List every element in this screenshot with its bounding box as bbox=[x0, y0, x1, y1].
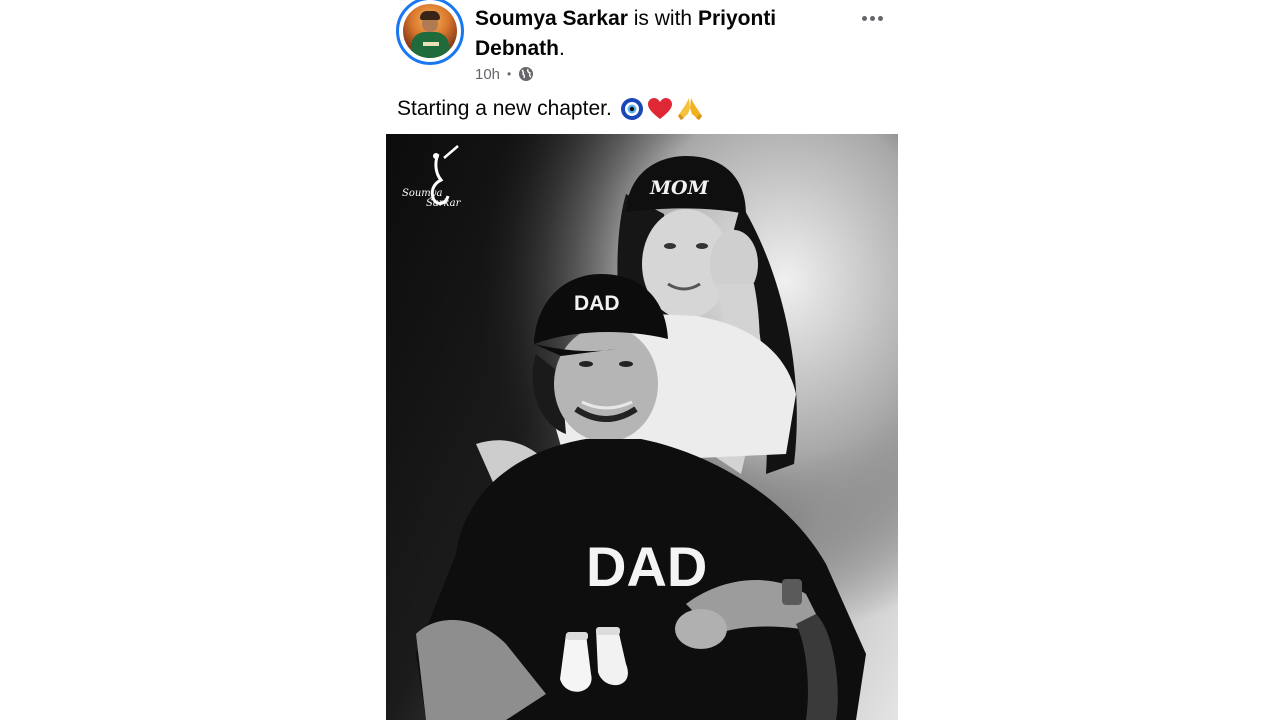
folded-hands-emoji bbox=[677, 98, 702, 120]
meta-separator: • bbox=[507, 67, 512, 81]
tagged-name-link-1[interactable]: Priyonti bbox=[698, 7, 776, 30]
post-photo[interactable]: MOM DAD DAD Soumya Sarkar bbox=[386, 134, 898, 720]
post-meta: 10h • bbox=[475, 64, 534, 84]
nazar-amulet-emoji bbox=[620, 98, 643, 120]
cap-mom-text: MOM bbox=[649, 177, 710, 199]
author-name-link[interactable]: Soumya Sarkar bbox=[475, 7, 628, 30]
author-avatar[interactable] bbox=[396, 0, 464, 65]
shirt-dad-text: DAD bbox=[586, 535, 707, 598]
cap-dad-text: DAD bbox=[574, 292, 620, 315]
period: . bbox=[559, 37, 565, 60]
post-timestamp[interactable]: 10h bbox=[475, 66, 500, 83]
watermark-line2: Sarkar bbox=[426, 198, 462, 209]
globe-icon[interactable] bbox=[518, 66, 534, 82]
caption-text: Starting a new chapter. bbox=[397, 97, 612, 120]
post-header: Soumya Sarkar is with Priyonti Debnath. bbox=[475, 4, 835, 64]
with-text: is with bbox=[633, 7, 693, 30]
more-options-icon[interactable] bbox=[856, 8, 888, 28]
tagged-name-link-2[interactable]: Debnath bbox=[475, 37, 559, 60]
post-caption: Starting a new chapter. bbox=[397, 96, 704, 122]
red-heart-emoji bbox=[647, 98, 672, 119]
avatar-photo bbox=[403, 4, 457, 58]
